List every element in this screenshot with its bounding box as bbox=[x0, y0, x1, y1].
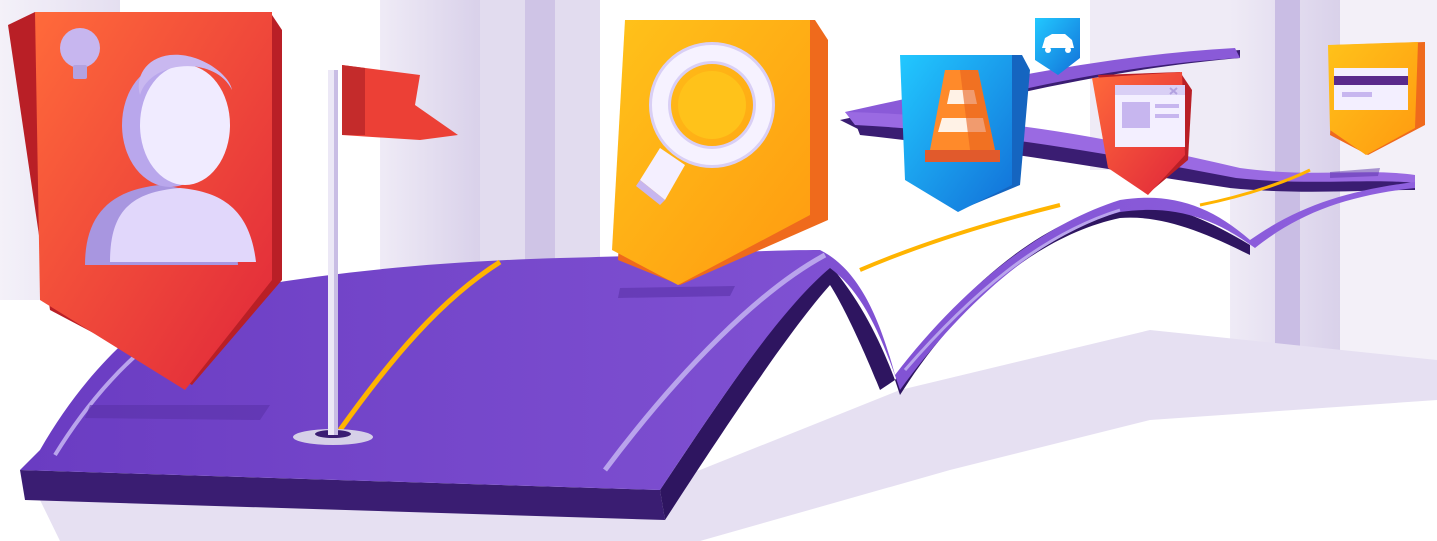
badge-shadow bbox=[618, 286, 735, 298]
badge-shadow bbox=[85, 405, 270, 420]
roadmap-illustration bbox=[0, 0, 1437, 541]
browser-window-icon bbox=[1115, 85, 1185, 147]
pillar bbox=[525, 0, 555, 270]
milestone-obstacle bbox=[900, 55, 1030, 212]
milestone-search bbox=[612, 20, 828, 285]
credit-card-icon bbox=[1334, 68, 1408, 110]
pillar bbox=[380, 0, 480, 280]
center-line bbox=[859, 203, 1061, 272]
